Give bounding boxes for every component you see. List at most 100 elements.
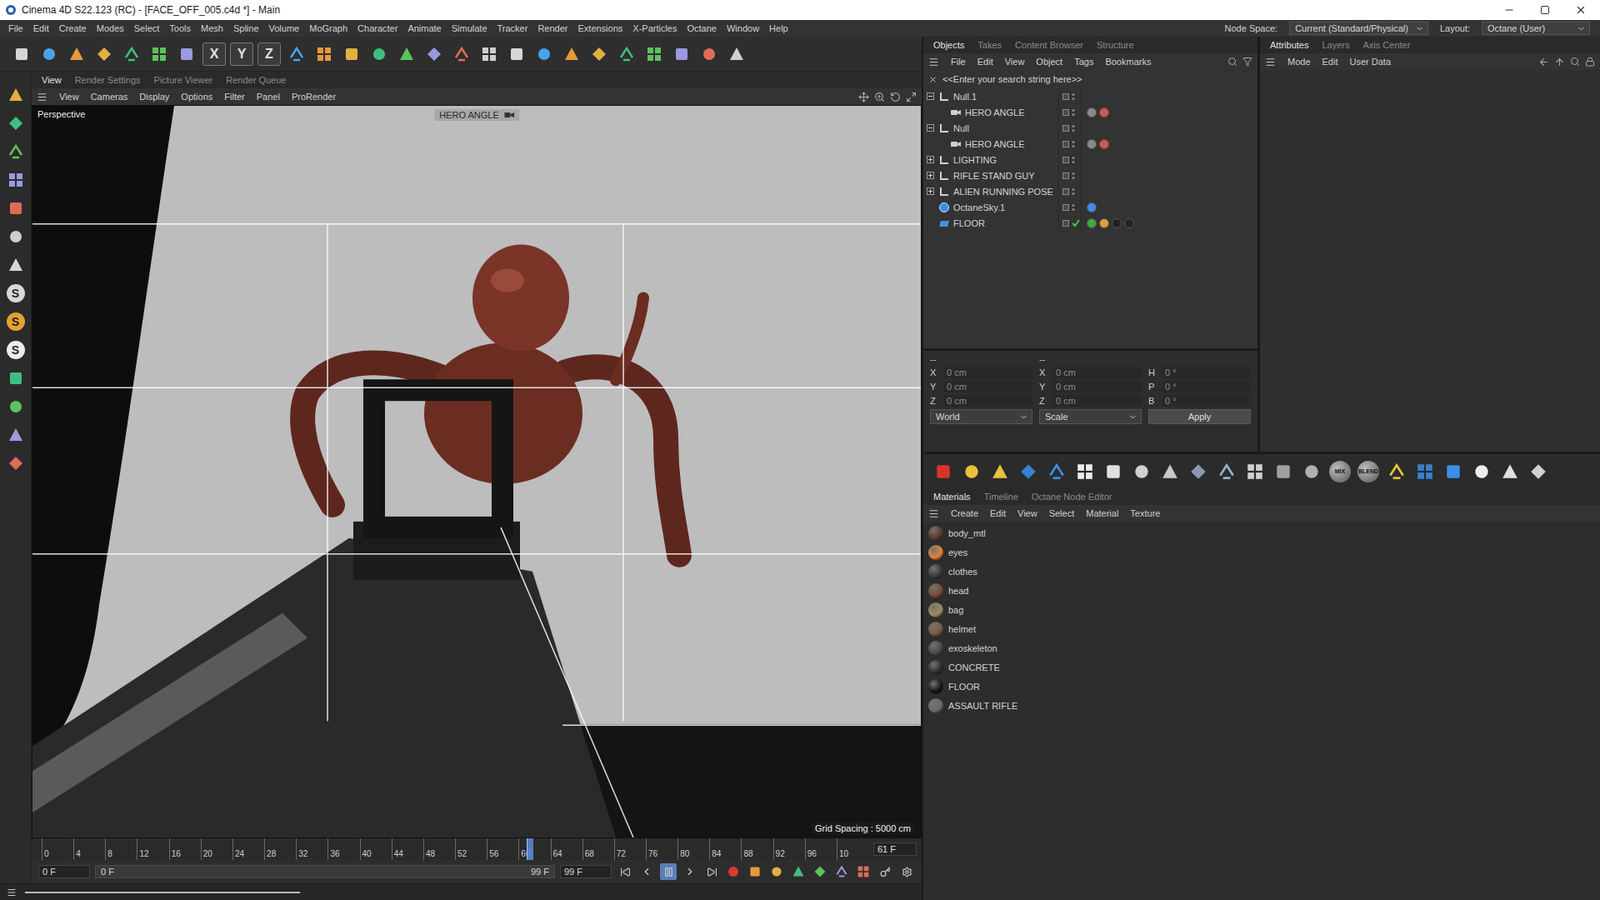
menu-item[interactable]: Create bbox=[54, 23, 92, 34]
menu-item[interactable]: Character bbox=[352, 23, 403, 34]
octane-button[interactable] bbox=[1300, 460, 1324, 484]
toolbar-button[interactable] bbox=[147, 42, 171, 66]
octane-button[interactable] bbox=[1073, 460, 1097, 484]
octane-button[interactable] bbox=[1470, 460, 1494, 484]
expand-icon[interactable] bbox=[926, 155, 935, 164]
layout-dropdown[interactable]: Octane (User) bbox=[1481, 21, 1590, 35]
octane-button[interactable] bbox=[1158, 460, 1182, 484]
orbit-icon[interactable] bbox=[890, 91, 901, 103]
octane-button[interactable] bbox=[1413, 460, 1437, 484]
collapse-icon[interactable] bbox=[926, 124, 935, 132]
size-field[interactable]: 0 cm bbox=[1052, 395, 1142, 407]
settings-button[interactable] bbox=[898, 863, 915, 880]
side-button[interactable] bbox=[4, 196, 28, 220]
hamburger-icon[interactable] bbox=[1265, 56, 1276, 68]
toolbar-button[interactable] bbox=[450, 42, 474, 66]
material-row[interactable]: bag bbox=[923, 600, 1600, 620]
octane-button[interactable] bbox=[960, 460, 984, 484]
hamburger-icon[interactable] bbox=[928, 508, 940, 520]
menu-item[interactable]: Volume bbox=[264, 23, 305, 34]
minimize-icon[interactable] bbox=[1503, 4, 1515, 16]
prev-frame-button[interactable] bbox=[638, 863, 655, 880]
octane-button[interactable] bbox=[1101, 460, 1125, 484]
hamburger-icon[interactable] bbox=[6, 887, 17, 898]
side-button[interactable]: S bbox=[4, 338, 28, 362]
attributes-menu-item[interactable]: User Data bbox=[1350, 56, 1392, 67]
side-button[interactable]: S bbox=[4, 281, 28, 305]
pan-icon[interactable] bbox=[858, 91, 870, 103]
toolbar-button[interactable] bbox=[92, 42, 116, 66]
materials-menu-item[interactable]: Select bbox=[1049, 508, 1075, 519]
toolbar-button[interactable] bbox=[725, 42, 749, 66]
axis-button[interactable]: Z bbox=[257, 42, 281, 66]
octane-button[interactable] bbox=[1385, 460, 1409, 484]
attributes-tab[interactable]: Axis Center bbox=[1358, 40, 1416, 50]
tag-icon[interactable] bbox=[1099, 107, 1110, 118]
position-field[interactable]: 0 cm bbox=[943, 395, 1033, 407]
toolbar-button[interactable] bbox=[560, 42, 584, 66]
layer-box-icon[interactable] bbox=[1062, 125, 1070, 132]
end-frame-field[interactable]: 99 F bbox=[560, 865, 612, 879]
object-search[interactable]: <<Enter your search string here>> bbox=[923, 70, 1258, 89]
search-icon[interactable] bbox=[1227, 56, 1238, 67]
materials-menu-item[interactable]: Material bbox=[1085, 508, 1119, 519]
layer-box-icon[interactable] bbox=[1062, 156, 1070, 164]
objects-tab[interactable]: Takes bbox=[972, 40, 1007, 50]
side-button[interactable]: S bbox=[4, 310, 28, 334]
menu-item[interactable]: Tools bbox=[164, 23, 196, 34]
expand-icon[interactable] bbox=[926, 171, 935, 180]
menu-item[interactable]: Tracker bbox=[492, 23, 534, 34]
octane-button[interactable] bbox=[1498, 460, 1522, 484]
menu-item[interactable]: Modes bbox=[91, 23, 130, 34]
menu-item[interactable]: Octane bbox=[681, 23, 721, 34]
size-field[interactable]: 0 cm bbox=[1052, 366, 1142, 379]
toolbar-button[interactable] bbox=[477, 42, 501, 66]
side-button[interactable] bbox=[4, 168, 28, 192]
materials-menu-item[interactable]: Edit bbox=[990, 508, 1006, 519]
octane-button[interactable] bbox=[1441, 460, 1465, 484]
apply-button[interactable]: Apply bbox=[1148, 409, 1251, 425]
tag-icon[interactable] bbox=[1086, 107, 1097, 118]
side-button[interactable] bbox=[4, 253, 28, 277]
octane-button[interactable] bbox=[1016, 460, 1040, 484]
layer-box-icon[interactable] bbox=[1062, 140, 1070, 148]
materials-tab[interactable]: Octane Node Editor bbox=[1026, 491, 1118, 502]
menu-item[interactable]: Simulate bbox=[446, 23, 493, 34]
clear-icon[interactable] bbox=[928, 75, 938, 85]
menu-item[interactable]: Select bbox=[129, 23, 165, 34]
objects-tab[interactable]: Content Browser bbox=[1010, 40, 1089, 50]
tag-icon[interactable] bbox=[1124, 218, 1135, 229]
menu-item[interactable]: Render bbox=[532, 23, 573, 34]
object-row[interactable]: LIGHTING bbox=[923, 151, 1258, 168]
menu-item[interactable]: File bbox=[3, 23, 29, 34]
menu-item[interactable]: MoGraph bbox=[304, 23, 353, 34]
toolbar-button[interactable] bbox=[285, 42, 309, 66]
layer-box-icon[interactable] bbox=[1062, 188, 1070, 195]
object-row[interactable]: HERO ANGLE bbox=[923, 135, 1258, 152]
objects-tab[interactable]: Structure bbox=[1091, 40, 1140, 50]
search-icon[interactable] bbox=[1570, 56, 1580, 67]
rotation-field[interactable]: 0 ° bbox=[1161, 366, 1251, 379]
material-row[interactable]: FLOOR bbox=[923, 676, 1600, 696]
toolbar-button[interactable] bbox=[532, 42, 556, 66]
key-button[interactable] bbox=[768, 863, 785, 880]
viewport-tab[interactable]: Picture Viewer bbox=[149, 75, 219, 85]
size-field[interactable]: 0 cm bbox=[1052, 380, 1142, 393]
menu-item[interactable]: Window bbox=[721, 23, 765, 34]
objects-menu-item[interactable]: Tags bbox=[1074, 56, 1094, 67]
toolbar-button[interactable] bbox=[10, 42, 34, 66]
viewport-menu-item[interactable]: ProRender bbox=[291, 91, 336, 102]
material-row[interactable]: exoskeleton bbox=[923, 638, 1600, 658]
menu-item[interactable]: Animate bbox=[402, 23, 446, 34]
object-row[interactable]: Null.1 bbox=[923, 88, 1258, 105]
side-button[interactable] bbox=[4, 423, 28, 447]
viewport-scene[interactable] bbox=[32, 105, 921, 838]
toolbar-button[interactable] bbox=[587, 42, 611, 66]
zoom-icon[interactable] bbox=[874, 91, 885, 103]
octane-button[interactable] bbox=[931, 460, 955, 484]
layer-box-icon[interactable] bbox=[1062, 172, 1070, 180]
playhead[interactable] bbox=[526, 838, 534, 860]
octane-button[interactable] bbox=[1526, 460, 1550, 484]
viewport-tab[interactable]: Render Settings bbox=[70, 75, 146, 85]
axis-button[interactable]: Y bbox=[230, 42, 254, 66]
